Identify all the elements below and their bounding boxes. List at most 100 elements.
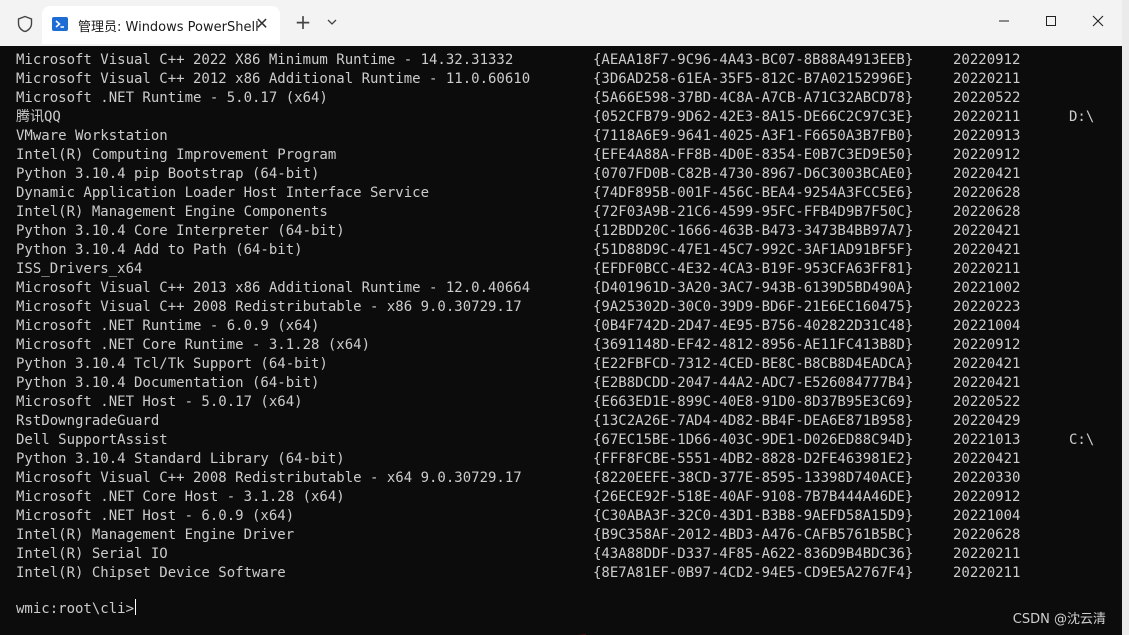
chevron-down-icon[interactable]	[324, 14, 340, 30]
product-guid: {E2B8DCDD-2047-44A2-ADC7-E526084777B4}	[593, 375, 914, 391]
product-name: Dynamic Application Loader Host Interfac…	[16, 185, 430, 201]
install-date: 20220912	[953, 489, 1021, 505]
product-name: ISS_Drivers_x64	[16, 261, 143, 277]
product-guid: {8220EEFE-38CD-377E-8595-13398D740ACE}	[593, 470, 914, 486]
install-date: 20220211	[953, 109, 1021, 125]
install-location: C:\	[1069, 432, 1095, 448]
product-name: Intel(R) Computing Improvement Program	[16, 147, 337, 163]
terminal-output[interactable]: Microsoft Visual C++ 2022 X86 Minimum Ru…	[0, 46, 1122, 635]
install-date: 20220421	[953, 166, 1021, 182]
install-date: 20221002	[953, 280, 1021, 296]
product-name: Intel(R) Serial IO	[16, 546, 168, 562]
product-name: Intel(R) Management Engine Driver	[16, 527, 295, 543]
product-name: RstDowngradeGuard	[16, 413, 160, 429]
maximize-icon[interactable]	[1037, 10, 1065, 32]
install-date: 20220628	[953, 527, 1021, 543]
title-bar: 管理员: Windows PowerShell ✕ +	[0, 0, 1122, 46]
product-name: Microsoft .NET Host - 5.0.17 (x64)	[16, 394, 303, 410]
install-date: 20220211	[953, 71, 1021, 87]
watermark: CSDN @沈云清	[1012, 612, 1106, 627]
product-name: Intel(R) Management Engine Components	[16, 204, 328, 220]
new-tab-button[interactable]: +	[294, 12, 312, 32]
product-guid: {72F03A9B-21C6-4599-95FC-FFB4D9B7F50C}	[593, 204, 914, 220]
install-date: 20221004	[953, 508, 1021, 524]
powershell-icon	[52, 17, 68, 31]
product-guid: {0B4F742D-2D47-4E95-B756-402822D31C48}	[593, 318, 914, 334]
install-date: 20220421	[953, 375, 1021, 391]
install-date: 20220628	[953, 204, 1021, 220]
install-date: 20220628	[953, 185, 1021, 201]
product-guid: {74DF895B-001F-456C-BEA4-9254A3FCC5E6}	[593, 185, 914, 201]
product-name: Microsoft .NET Runtime - 5.0.17 (x64)	[16, 90, 328, 106]
install-date: 20220522	[953, 394, 1021, 410]
install-date: 20220223	[953, 299, 1021, 315]
tab-title: 管理员: Windows PowerShell	[78, 20, 259, 35]
install-date: 20220912	[953, 52, 1021, 68]
product-guid: {3691148D-EF42-4812-8956-AE11FC413B8D}	[593, 337, 914, 353]
product-guid: {0707FD0B-C82B-4730-8967-D6C3003BCAE0}	[593, 166, 914, 182]
product-guid: {FFF8FCBE-5551-4DB2-8828-D2FE463981E2}	[593, 451, 914, 467]
product-name: Python 3.10.4 Standard Library (64-bit)	[16, 451, 345, 467]
tab-powershell[interactable]: 管理员: Windows PowerShell ✕	[42, 6, 280, 44]
minimize-icon[interactable]	[990, 10, 1018, 32]
install-date: 20221013	[953, 432, 1021, 448]
product-guid: {EFE4A88A-FF8B-4D0E-8354-E0B7C3ED9E50}	[593, 147, 914, 163]
product-guid: {51D88D9C-47E1-45C7-992C-3AF1AD91BF5F}	[593, 242, 914, 258]
product-name: Microsoft Visual C++ 2012 x86 Additional…	[16, 71, 531, 87]
install-date: 20220211	[953, 261, 1021, 277]
product-name: Microsoft .NET Runtime - 6.0.9 (x64)	[16, 318, 320, 334]
product-name: Intel(R) Chipset Device Software	[16, 565, 286, 581]
install-date: 20220421	[953, 242, 1021, 258]
install-date: 20220913	[953, 128, 1021, 144]
product-guid: {8E7A81EF-0B97-4CD2-94E5-CD9E5A2767F4}	[593, 565, 914, 581]
product-guid: {3D6AD258-61EA-35F5-812C-B7A02152996E}	[593, 71, 914, 87]
install-date: 20220522	[953, 90, 1021, 106]
product-guid: {5A66E598-37BD-4C8A-A7CB-A71C32ABCD78}	[593, 90, 914, 106]
product-guid: {9A25302D-30C0-39D9-BD6F-21E6EC160475}	[593, 299, 914, 315]
product-name: Microsoft .NET Host - 6.0.9 (x64)	[16, 508, 295, 524]
product-guid: {12BDD20C-1666-463B-B473-3473B4BB97A7}	[593, 223, 914, 239]
window-edge	[1122, 0, 1129, 635]
prompt-text: wmic:root\cli>	[16, 601, 135, 617]
product-name: 腾讯QQ	[16, 109, 61, 125]
product-name: Python 3.10.4 Tcl/Tk Support (64-bit)	[16, 356, 328, 372]
install-date: 20220912	[953, 337, 1021, 353]
install-date: 20220211	[953, 546, 1021, 562]
install-date: 20220429	[953, 413, 1021, 429]
product-guid: {D401961D-3A20-3AC7-943B-6139D5BD490A}	[593, 280, 914, 296]
product-name: Python 3.10.4 Core Interpreter (64-bit)	[16, 223, 345, 239]
product-guid: {C30ABA3F-32C0-43D1-B3B8-9AEFD58A15D9}	[593, 508, 914, 524]
product-name: Python 3.10.4 Documentation (64-bit)	[16, 375, 320, 391]
install-date: 20220912	[953, 147, 1021, 163]
product-guid: {B9C358AF-2012-4BD3-A476-CAFB5761B5BC}	[593, 527, 914, 543]
product-name: Microsoft .NET Core Host - 3.1.28 (x64)	[16, 489, 345, 505]
product-name: Microsoft .NET Core Runtime - 3.1.28 (x6…	[16, 337, 371, 353]
product-guid: {7118A6E9-9641-4025-A3F1-F6650A3B7FB0}	[593, 128, 914, 144]
command-prompt[interactable]: wmic:root\cli>	[16, 599, 137, 619]
product-guid: {EFDF0BCC-4E32-4CA3-B19F-953CFA63FF81}	[593, 261, 914, 277]
product-name: Python 3.10.4 pip Bootstrap (64-bit)	[16, 166, 320, 182]
close-icon[interactable]	[1084, 10, 1112, 32]
product-name: Microsoft Visual C++ 2022 X86 Minimum Ru…	[16, 52, 514, 68]
install-date: 20220330	[953, 470, 1021, 486]
product-name: VMware Workstation	[16, 128, 168, 144]
product-guid: {26ECE92F-518E-40AF-9108-7B7B444A46DE}	[593, 489, 914, 505]
product-name: Python 3.10.4 Add to Path (64-bit)	[16, 242, 303, 258]
product-guid: {E663ED1E-899C-40E8-91D0-8D37B95E3C69}	[593, 394, 914, 410]
product-name: Microsoft Visual C++ 2008 Redistributabl…	[16, 299, 522, 315]
product-name: Microsoft Visual C++ 2013 x86 Additional…	[16, 280, 531, 296]
install-date: 20220421	[953, 356, 1021, 372]
install-date: 20220421	[953, 451, 1021, 467]
product-guid: {AEAA18F7-9C96-4A43-BC07-8B88A4913EEB}	[593, 52, 914, 68]
product-name: Microsoft Visual C++ 2008 Redistributabl…	[16, 470, 522, 486]
product-guid: {67EC15BE-1D66-403C-9DE1-D026ED88C94D}	[593, 432, 914, 448]
close-tab-icon[interactable]: ✕	[254, 16, 270, 32]
product-guid: {43A88DDF-D337-4F85-A622-836D9B4BDC36}	[593, 546, 914, 562]
text-cursor	[135, 599, 137, 615]
product-guid: {E22FBFCD-7312-4CED-BE8C-B8CB8D4EADCA}	[593, 356, 914, 372]
product-guid: {13C2A26E-7AD4-4D82-BB4F-DEA6E871B958}	[593, 413, 914, 429]
shield-icon[interactable]	[16, 15, 34, 33]
product-guid: {052CFB79-9D62-42E3-8A15-DE66C2C97C3E}	[593, 109, 914, 125]
install-location: D:\	[1069, 109, 1095, 125]
install-date: 20221004	[953, 318, 1021, 334]
